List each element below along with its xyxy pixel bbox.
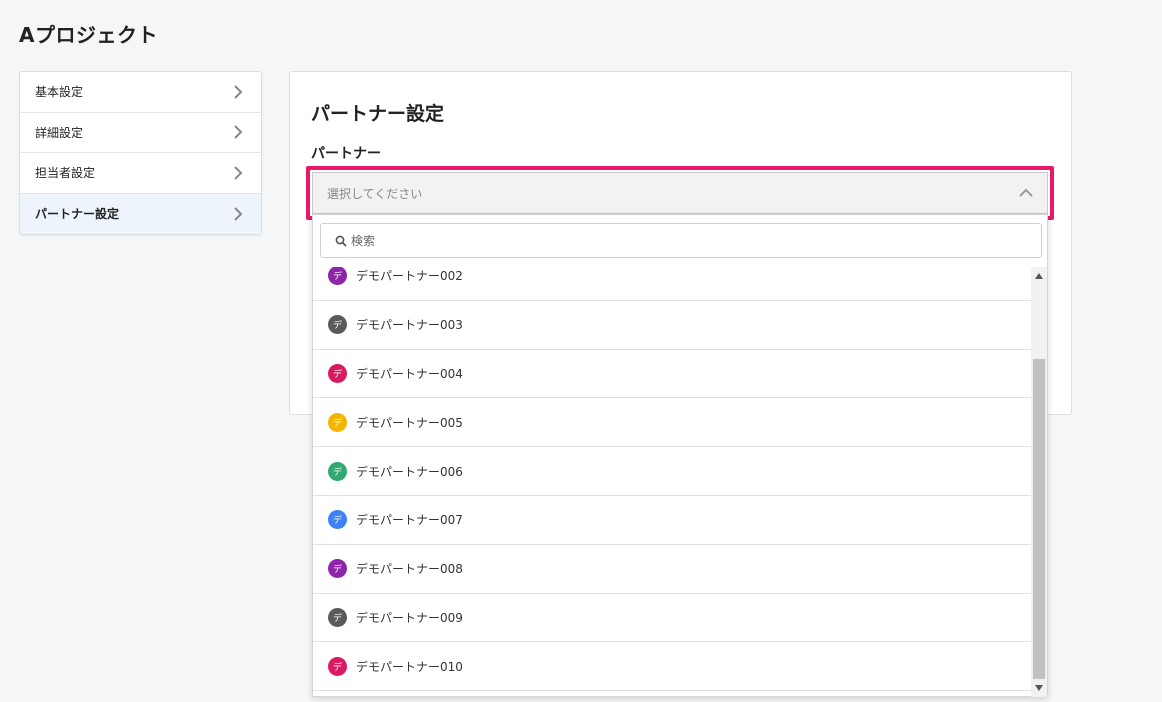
partner-name: デモパートナー006 [356,464,463,479]
sidebar-item-label: 担当者設定 [35,166,96,181]
partner-field-label: パートナー [311,146,381,162]
scroll-up-arrow-icon[interactable] [1035,273,1043,279]
partner-list: デデモパートナー002 デデモパートナー003 デデモパートナー004 デデモパートナ… [313,267,1032,697]
select-placeholder: 選択してください [327,186,423,201]
chevron-right-icon [234,207,243,221]
scroll-down-arrow-icon[interactable] [1035,685,1043,691]
search-input[interactable] [351,233,1011,248]
partner-avatar: デ [328,607,347,627]
sidebar-item-basic-settings[interactable]: 基本設定 [20,72,261,113]
partner-select[interactable]: 選択してください [312,172,1048,214]
chevron-right-icon [234,166,243,180]
partner-avatar: デ [328,656,347,676]
chevron-right-icon [234,85,243,99]
sidebar-item-partner-settings[interactable]: パートナー設定 [20,193,261,234]
list-item[interactable]: デデモパートナー003 [313,301,1032,350]
page-title: Aプロジェクト [19,23,158,47]
sidebar-item-detail-settings[interactable]: 詳細設定 [20,113,261,153]
partner-name: デモパートナー008 [356,562,463,577]
partner-name: デモパートナー009 [356,610,463,625]
sidebar-item-assignee-settings[interactable]: 担当者設定 [20,153,261,194]
partner-dropdown: デデモパートナー002デデモパートナー003デデモパートナー004デデモパートナ… [312,214,1048,697]
settings-sidebar: 基本設定 詳細設定 担当者設定 パートナー設定 [19,71,262,235]
list-item[interactable]: デデモパートナー005 [313,398,1032,448]
chevron-right-icon [234,125,243,139]
partner-name: デモパートナー003 [356,318,463,333]
partner-name: デモパートナー005 [356,415,463,430]
partner-avatar: デ [328,363,347,383]
partner-avatar: デ [328,315,347,335]
list-item[interactable]: デデモパートナー002 [313,267,1032,301]
sidebar-item-label: 基本設定 [35,85,84,100]
partner-avatar: デ [328,267,347,286]
dropdown-scrollbar[interactable] [1031,267,1047,697]
list-item[interactable]: デデモパートナー007 [313,496,1032,545]
list-item[interactable]: デデモパートナー009 [313,594,1032,643]
sidebar-item-label: 詳細設定 [35,125,84,140]
search-icon [335,235,347,247]
partner-name: デモパートナー002 [356,269,463,284]
partner-name: デモパートナー004 [356,366,463,381]
partner-name: デモパートナー010 [356,659,463,674]
scrollbar-thumb[interactable] [1033,359,1045,679]
list-item[interactable]: デデモパートナー004 [313,350,1032,399]
list-item[interactable]: デデモパートナー010 [313,642,1032,692]
section-title: パートナー設定 [311,103,445,125]
partner-avatar: デ [328,461,347,481]
sidebar-item-label: パートナー設定 [35,207,120,222]
partner-avatar: デ [328,559,347,579]
partner-avatar: デ [328,412,347,432]
list-item[interactable]: デデモパートナー008 [313,545,1032,594]
partner-name: デモパートナー007 [356,513,463,528]
list-item[interactable]: デデモパートナー006 [313,447,1032,496]
search-box[interactable] [320,223,1042,258]
partner-avatar: デ [328,510,347,530]
chevron-up-icon [1019,188,1033,197]
